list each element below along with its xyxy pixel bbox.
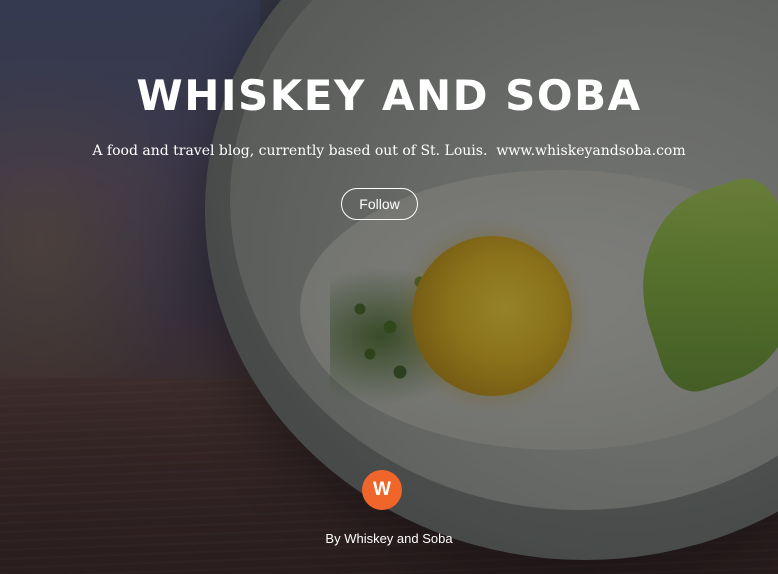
author-byline[interactable]: By Whiskey and Soba	[0, 531, 778, 547]
blog-cover: WHISKEY AND SOBA A food and travel blog,…	[0, 0, 778, 574]
cover-content: WHISKEY AND SOBA A food and travel blog,…	[0, 0, 778, 574]
follow-button[interactable]: Follow	[341, 188, 418, 220]
blog-title: WHISKEY AND SOBA	[136, 71, 642, 120]
author-avatar[interactable]: W	[362, 470, 402, 510]
blog-tagline: A food and travel blog, currently based …	[92, 143, 686, 159]
